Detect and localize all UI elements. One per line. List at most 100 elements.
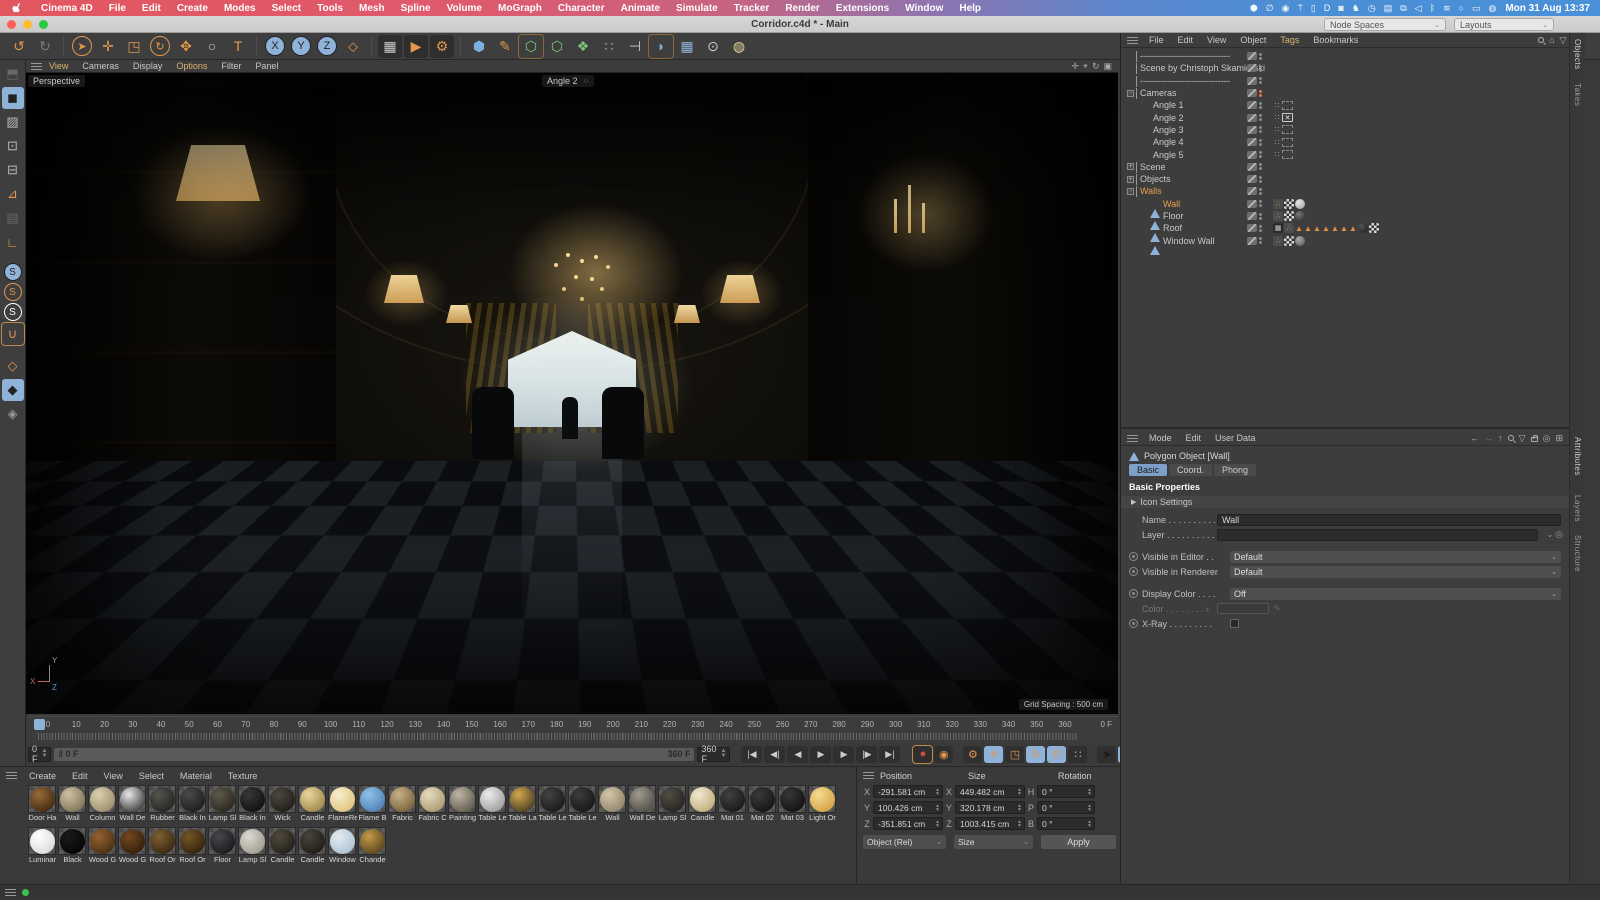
current-frame-spinner[interactable]: 0 F ▲ ▼ (28, 744, 52, 764)
selection-tag[interactable]: ▲ (1322, 223, 1330, 233)
keyframe-selection-button[interactable]: ➤ (1097, 745, 1117, 763)
material-painting[interactable]: Painting (448, 785, 477, 822)
material-roof-or[interactable]: Roof Or (178, 827, 207, 864)
tree-item-[interactable]: ------------------------------ (1121, 75, 1585, 87)
material-table-le[interactable]: Table Le (568, 785, 597, 822)
enable-axis-icon[interactable]: ∟ (2, 231, 24, 253)
am-back-icon[interactable]: ← (1470, 433, 1479, 443)
x-ray-checkbox[interactable] (1230, 619, 1239, 628)
render-to-picture-icon[interactable]: ▶ (404, 34, 428, 58)
menubar-item-simulate[interactable]: Simulate (668, 3, 726, 14)
enable-toggle[interactable] (1247, 64, 1257, 73)
enable-toggle[interactable] (1247, 113, 1257, 122)
layer-pick-icon[interactable]: ◎ (1555, 529, 1563, 540)
tree-item-[interactable]: ------------------------------ (1121, 50, 1585, 63)
am-track-icon[interactable]: ◎ (1543, 433, 1551, 444)
visibility-dots[interactable] (1259, 151, 1262, 159)
am-forward-icon[interactable]: → (1484, 433, 1493, 443)
viewport-menu-panel[interactable]: Panel (248, 61, 285, 71)
toggle-view-icon[interactable]: ▣ (1103, 61, 1112, 72)
previous-frame-button[interactable]: ◀ (787, 745, 809, 763)
keyframe-settings-button[interactable]: ⚙ (963, 745, 983, 763)
scale-icon[interactable]: ◳ (122, 35, 146, 58)
view-label[interactable]: Perspective (28, 75, 86, 87)
visibility-dots[interactable] (1259, 163, 1262, 171)
tree-item-window-wall[interactable]: Window Wall ∴ (1121, 234, 1585, 255)
am-up-icon[interactable]: ↑ (1498, 433, 1503, 443)
move-icon[interactable]: ✛ (96, 35, 120, 58)
light-icon[interactable]: ◍ (727, 35, 751, 58)
tree-item-wall[interactable]: Wall ∴ (1121, 198, 1585, 218)
material-candle[interactable]: Candle (688, 785, 717, 822)
attribute-tab-phong[interactable]: Phong (1214, 464, 1257, 476)
material-wall-de[interactable]: Wall De (628, 785, 657, 822)
am-menu-mode[interactable]: Mode (1142, 433, 1179, 443)
redo-icon[interactable]: ↻ (33, 35, 57, 58)
material-candle[interactable]: Candle (268, 827, 297, 864)
record-pla-button[interactable]: ∷ (1068, 745, 1088, 763)
visibility-dots[interactable] (1259, 126, 1262, 134)
keyframe-dot-visible-in-editor[interactable] (1129, 552, 1138, 561)
make-editable-icon[interactable]: ⬒ (2, 63, 24, 85)
workplane-lock-icon[interactable]: ◆ (1, 379, 24, 401)
viewport-menu-display[interactable]: Display (126, 61, 170, 71)
bluetooth-icon[interactable]: ᛒ (1430, 3, 1435, 14)
viewport-3d-scene[interactable]: Perspective Angle 2 ⁘ Grid Spacing : 500 … (26, 73, 1118, 714)
om-menu-file[interactable]: File (1142, 35, 1171, 45)
record-position-button[interactable]: ✛ (984, 745, 1004, 763)
selection-tag[interactable]: ▲ (1331, 223, 1339, 233)
copy-icon[interactable]: ⧉ (1400, 3, 1406, 14)
red-dot-app-icon[interactable]: ◉ (1282, 3, 1290, 14)
record-scale-button[interactable]: ◳ (1005, 745, 1025, 763)
spotlight-icon[interactable]: ○ (1459, 3, 1464, 14)
timeline-ruler[interactable]: 0 10 20 30 40 50 60 70 80 90 100 110 120 130 140 150 160… (28, 716, 1118, 743)
layer-dropdown-arrow[interactable]: ⌄ (1546, 530, 1553, 539)
pin-app-icon[interactable]: ⍑ (1297, 3, 1302, 14)
ring-icon[interactable]: ○ (200, 35, 224, 58)
side-tab-structure[interactable]: Structure (1573, 535, 1582, 572)
material-candle[interactable]: Candle (298, 827, 327, 864)
position-z-field[interactable]: -351.851 cm ▲ ▼ (873, 817, 943, 830)
enable-toggle[interactable] (1247, 138, 1257, 147)
undo-icon[interactable]: ↺ (7, 35, 31, 58)
material-rubber[interactable]: Rubber (148, 785, 177, 822)
material-table-le[interactable]: Table Le (478, 785, 507, 822)
material-chande[interactable]: Chande (358, 827, 387, 864)
record-rotation-button[interactable]: ↻ (1026, 745, 1046, 763)
object-manager-menu-icon[interactable] (1127, 36, 1138, 44)
om-menu-tags[interactable]: Tags (1273, 35, 1306, 45)
record-parameter-button[interactable]: Ⓟ (1047, 745, 1067, 763)
coordinate-system-icon[interactable]: ⬦ (341, 35, 365, 58)
phong-tag[interactable]: ∴ (1273, 211, 1283, 221)
enable-toggle[interactable] (1247, 89, 1257, 98)
visibility-dots[interactable] (1259, 114, 1262, 122)
enable-toggle[interactable] (1247, 175, 1257, 184)
zero-app-icon[interactable]: ∅ (1266, 3, 1274, 14)
rotate-view-icon[interactable]: ↻ (1092, 61, 1100, 72)
material-black[interactable]: Black (58, 827, 87, 864)
uvw-tag[interactable] (1284, 198, 1294, 209)
visibility-dots[interactable] (1259, 64, 1262, 72)
selection-tag[interactable]: ▲ (1304, 223, 1312, 233)
menubar-item-file[interactable]: File (101, 3, 134, 14)
menubar-item-create[interactable]: Create (169, 3, 216, 14)
material-mat-02[interactable]: Mat 02 (748, 785, 777, 822)
menubar-item-character[interactable]: Character (550, 3, 613, 14)
swan-app-icon[interactable]: ♞ (1352, 3, 1360, 14)
d-app-icon[interactable]: D (1324, 3, 1331, 14)
timeline-range-slider[interactable]: ‖ 0 F 360 F (54, 747, 695, 761)
material-menu-create[interactable]: Create (21, 771, 64, 781)
visibility-dots[interactable] (1259, 101, 1262, 109)
attribute-tab-coord[interactable]: Coord. (1169, 464, 1213, 476)
coordinates-menu-icon[interactable] (863, 772, 874, 779)
z-axis-lock[interactable]: Z (317, 36, 337, 56)
material-wall[interactable]: Wall (58, 785, 87, 822)
material-menu-texture[interactable]: Texture (220, 771, 266, 781)
tree-item-angle-2[interactable]: Angle 2 ∷ ✕ (1121, 111, 1585, 123)
material-table-la[interactable]: Table La (508, 785, 537, 822)
material-table-le[interactable]: Table Le (538, 785, 567, 822)
om-menu-object[interactable]: Object (1233, 35, 1273, 45)
selection-tag[interactable]: ▲ (1349, 223, 1357, 233)
material-fabric[interactable]: Fabric (388, 785, 417, 822)
menubar-item-mesh[interactable]: Mesh (351, 3, 393, 14)
